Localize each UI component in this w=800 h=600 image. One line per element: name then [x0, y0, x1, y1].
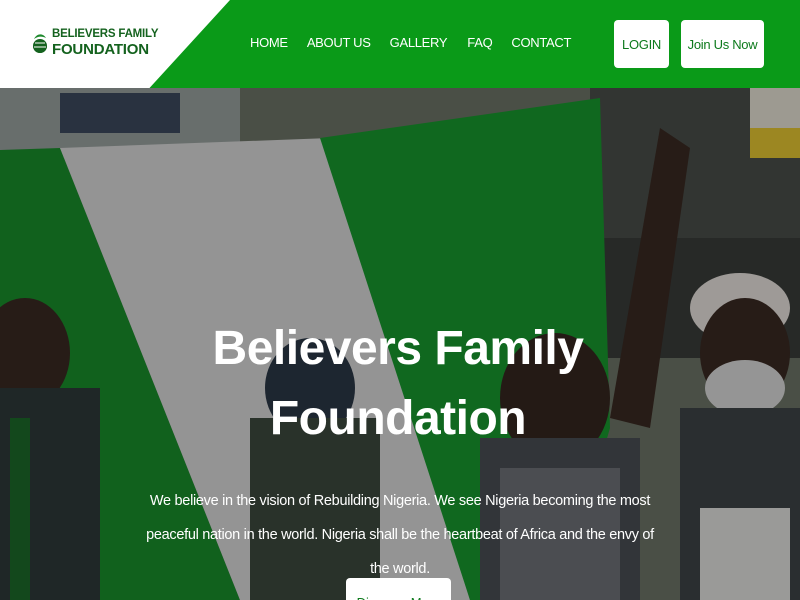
hero-title-line2: Foundation [269, 392, 527, 445]
nav-faq[interactable]: FAQ [467, 35, 492, 50]
site-header: BELIEVERS FAMILY FOUNDATION HOME ABOUT U… [0, 0, 800, 88]
nav-about-us[interactable]: ABOUT US [307, 35, 371, 50]
leaf-globe-icon [33, 34, 47, 53]
hero-section: Believers Family Foundation We believe i… [0, 88, 800, 600]
nav-gallery[interactable]: GALLERY [390, 35, 448, 50]
logo-text: BELIEVERS FAMILY FOUNDATION [52, 28, 159, 58]
nav-home[interactable]: HOME [250, 35, 288, 50]
hero-description: We believe in the vision of Rebuilding N… [146, 493, 654, 577]
brand-name-line2: FOUNDATION [52, 40, 149, 58]
nav-contact[interactable]: CONTACT [511, 35, 571, 50]
site-logo[interactable]: BELIEVERS FAMILY FOUNDATION [31, 28, 159, 58]
brand-name-line1: BELIEVERS FAMILY [52, 28, 159, 40]
hero-title: Believers Family Foundation [0, 314, 796, 454]
join-us-button[interactable]: Join Us Now [681, 20, 764, 68]
login-button[interactable]: LOGIN [614, 20, 669, 68]
hero-title-line1: Believers Family [212, 322, 584, 375]
discover-more-button[interactable]: Discover More [346, 578, 451, 600]
main-nav: HOME ABOUT US GALLERY FAQ CONTACT [250, 35, 589, 50]
